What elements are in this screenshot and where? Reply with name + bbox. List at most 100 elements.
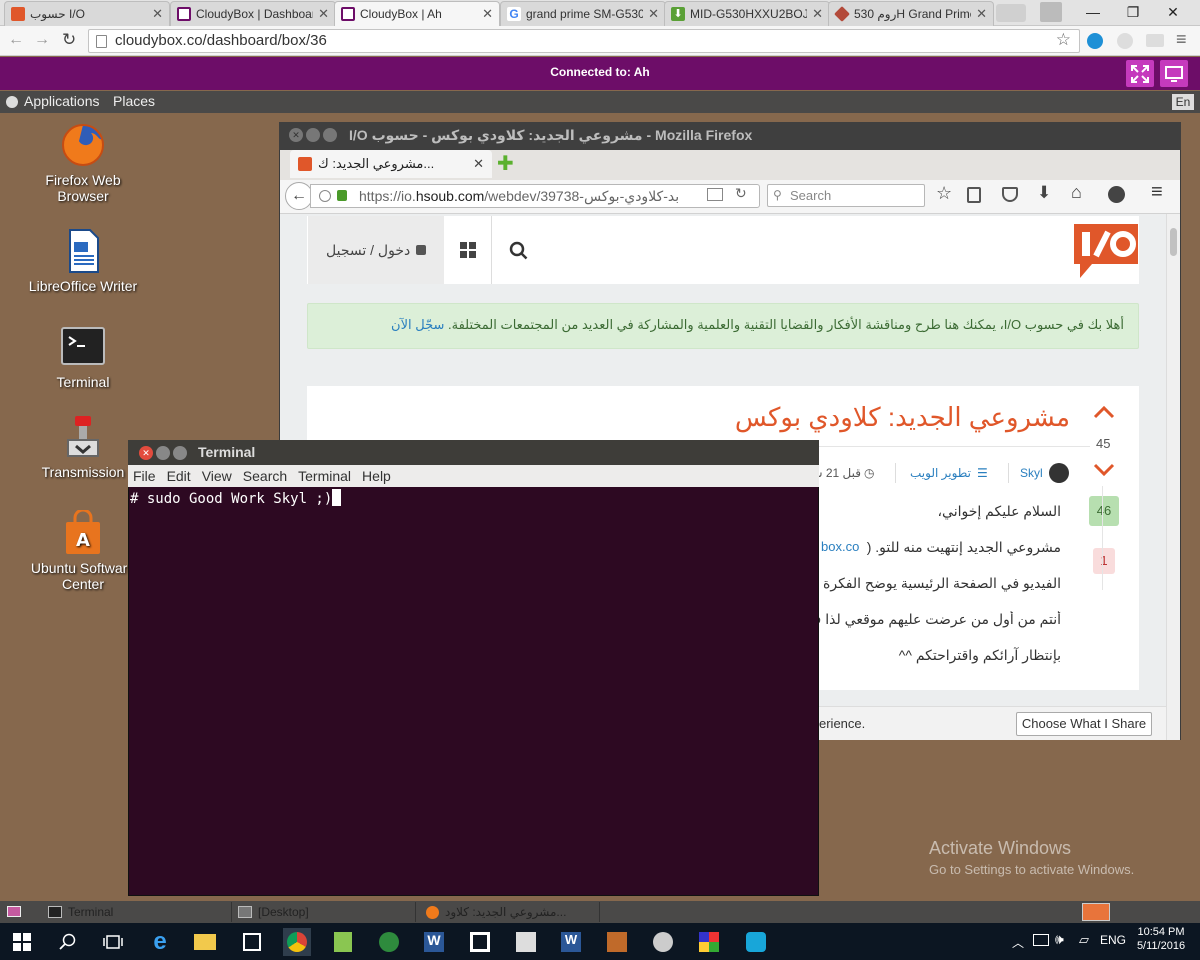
- close-icon[interactable]: ✕: [152, 6, 163, 22]
- chrome-tab-rom[interactable]: روم 530H Grand Prime ✕: [828, 1, 994, 26]
- close-icon[interactable]: ✕: [318, 6, 329, 22]
- close-icon[interactable]: ✕: [289, 128, 303, 142]
- firefox-url-bar[interactable]: https://io.hsoub.com/webdev/39738-بد-كلا…: [310, 184, 760, 208]
- info-icon[interactable]: [319, 190, 331, 202]
- places-menu[interactable]: Places: [113, 93, 155, 109]
- search-icon[interactable]: [54, 928, 82, 956]
- remote-screen-icon[interactable]: [1160, 60, 1188, 87]
- store-icon[interactable]: [238, 928, 266, 956]
- maximize-icon[interactable]: [323, 128, 337, 142]
- choose-what-i-share-button[interactable]: Choose What I Share: [1016, 712, 1152, 736]
- minimize-icon[interactable]: —: [1076, 0, 1110, 24]
- cloud-app-icon[interactable]: [742, 928, 770, 956]
- close-icon[interactable]: ✕: [482, 6, 493, 22]
- maximize-icon[interactable]: ❐: [1116, 0, 1150, 24]
- desktop-icon-software-center[interactable]: A Ubuntu Software Center: [26, 510, 140, 592]
- firefox-tab-active[interactable]: مشروعي الجديد: ك... ✕: [290, 150, 492, 178]
- edge-icon[interactable]: e: [146, 928, 174, 956]
- grid-app-icon[interactable]: [512, 928, 540, 956]
- volume-icon[interactable]: 🕪: [1055, 931, 1064, 948]
- language-indicator[interactable]: ENG: [1100, 933, 1126, 947]
- tray-chevron-icon[interactable]: ︿: [1012, 934, 1024, 951]
- extension-icon-2[interactable]: [1117, 33, 1133, 49]
- bookmark-star-icon[interactable]: ☆: [1056, 30, 1071, 50]
- hamburger-menu-icon[interactable]: ≡: [1151, 181, 1163, 204]
- reader-view-icon[interactable]: [707, 188, 723, 201]
- desktop-icon-libreoffice-writer[interactable]: LibreOffice Writer: [26, 228, 140, 294]
- comments-count-badge[interactable]: 46: [1089, 496, 1119, 526]
- gnome-task-firefox[interactable]: مشروعي الجديد: كلاود...: [420, 902, 600, 922]
- word-doc-icon[interactable]: W: [557, 928, 585, 956]
- reading-list-icon[interactable]: [967, 187, 981, 203]
- post-author[interactable]: Skyl: [1020, 466, 1043, 480]
- chrome-tab-google[interactable]: G grand prime SM-G530 ✕: [500, 1, 666, 26]
- gnome-task-desktop[interactable]: [Desktop]: [232, 902, 416, 922]
- downvote-icon[interactable]: [1092, 462, 1116, 478]
- search-icon[interactable]: [509, 241, 529, 261]
- menu-help[interactable]: Help: [362, 468, 391, 487]
- post-category[interactable]: تطوير الويب: [910, 466, 971, 480]
- input-icon[interactable]: ▱: [1079, 932, 1089, 948]
- close-tab-icon[interactable]: ✕: [473, 156, 484, 172]
- upvote-icon[interactable]: [1092, 404, 1116, 420]
- forward-icon[interactable]: →: [34, 31, 50, 49]
- hsoub-io-logo[interactable]: [1072, 222, 1140, 280]
- close-icon[interactable]: ✕: [976, 6, 987, 22]
- keyboard-layout[interactable]: En: [1172, 94, 1194, 110]
- file-explorer-icon[interactable]: [191, 928, 219, 956]
- reload-icon[interactable]: ↻: [735, 185, 747, 202]
- back-icon[interactable]: ←: [285, 182, 313, 210]
- menu-file[interactable]: File: [133, 468, 156, 487]
- chrome-tab-cloudybox-dashboard[interactable]: CloudyBox | Dashboard ✕: [170, 1, 336, 26]
- globe-app-icon[interactable]: [375, 928, 403, 956]
- gnome-task-terminal[interactable]: Terminal: [42, 902, 232, 922]
- close-icon[interactable]: ✕: [648, 6, 659, 22]
- chrome-tab-download[interactable]: ⬇ MID-G530HXXU2BOJ3 ✕: [664, 1, 830, 26]
- home-icon[interactable]: ⌂: [1071, 182, 1082, 203]
- apps-grid-icon[interactable]: [460, 242, 476, 258]
- desktop-icon-firefox[interactable]: Firefox Web Browser: [26, 122, 140, 204]
- bookmark-star-icon[interactable]: ☆: [936, 183, 952, 204]
- chat-icon[interactable]: [1108, 186, 1125, 203]
- app-frame-icon[interactable]: [466, 928, 494, 956]
- post-title[interactable]: مشروعي الجديد: كلاودي بوكس: [720, 402, 1070, 433]
- terminal-output[interactable]: # sudo Good Work Skyl ;): [130, 489, 342, 507]
- windows-start-icon[interactable]: [8, 928, 36, 956]
- minimize-icon[interactable]: [156, 446, 170, 460]
- menu-edit[interactable]: Edit: [167, 468, 191, 487]
- post-link-fragment[interactable]: box.co: [821, 539, 859, 554]
- chrome-tab-cloudybox-ah[interactable]: CloudyBox | Ah ✕: [334, 1, 500, 26]
- network-icon[interactable]: [1033, 934, 1049, 946]
- maximize-icon[interactable]: [173, 446, 187, 460]
- new-tab-button[interactable]: [996, 4, 1026, 22]
- tray-clock[interactable]: 10:54 PM 5/11/2016: [1136, 926, 1186, 952]
- profile-icon[interactable]: [1040, 2, 1062, 22]
- chrome-icon[interactable]: [283, 928, 311, 956]
- firefox-scrollbar[interactable]: [1166, 214, 1180, 740]
- desktop-icon-transmission[interactable]: Transmission: [26, 414, 140, 480]
- pin-badge[interactable]: 1: [1093, 548, 1115, 574]
- firefox-search-box[interactable]: ⚲ Search: [767, 184, 925, 207]
- menu-view[interactable]: View: [202, 468, 232, 487]
- terminal-window[interactable]: [128, 440, 819, 896]
- scrollbar-thumb[interactable]: [1170, 228, 1177, 256]
- menu-terminal[interactable]: Terminal: [298, 468, 351, 487]
- paint-app-icon[interactable]: [649, 928, 677, 956]
- address-bar[interactable]: cloudybox.co/dashboard/box/36 ☆: [88, 29, 1080, 53]
- download-icon[interactable]: ⬇: [1037, 183, 1051, 203]
- media-app-icon[interactable]: [603, 928, 631, 956]
- word-app-icon[interactable]: W: [420, 928, 448, 956]
- new-tab-plus-icon[interactable]: ✚: [497, 151, 514, 176]
- colorful-app-icon[interactable]: [695, 928, 723, 956]
- back-icon[interactable]: ←: [8, 31, 24, 49]
- extension-icon-3[interactable]: [1146, 34, 1164, 47]
- avatar[interactable]: [1049, 463, 1069, 483]
- extension-icon[interactable]: [1087, 33, 1103, 49]
- applications-menu[interactable]: Applications: [24, 93, 100, 109]
- minimize-icon[interactable]: [306, 128, 320, 142]
- close-icon[interactable]: ✕: [812, 6, 823, 22]
- fullscreen-icon[interactable]: [1126, 60, 1154, 87]
- desktop-icon-terminal[interactable]: Terminal: [26, 324, 140, 390]
- menu-icon[interactable]: ≡: [1176, 29, 1187, 50]
- login-register-button[interactable]: دخول / تسجيل: [308, 216, 444, 284]
